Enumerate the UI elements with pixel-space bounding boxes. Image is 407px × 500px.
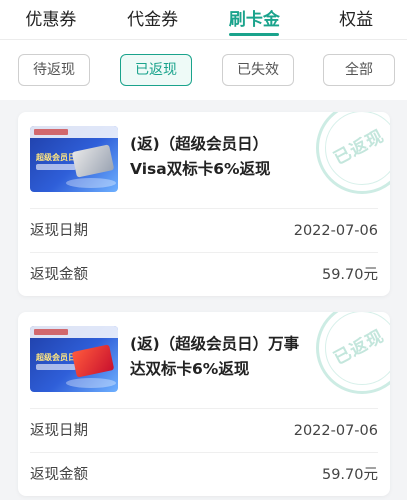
cashback-title: (返)（超级会员日）万事 达双标卡6%返现 [130,335,300,378]
filter-pending-button[interactable]: 待返现 [18,54,90,86]
tab-coupons[interactable]: 优惠券 [0,0,102,39]
promo-image-text: 超级会员日 [36,153,76,162]
cashback-amount-value: 59.70元 [321,467,378,483]
cashback-card-header: 超级会员日 (返)（超级会员日）万事 达双标卡6%返现 已返现 [18,312,390,408]
cashback-amount-row: 返现金额 59.70元 [30,452,378,496]
cashback-amount-row: 返现金额 59.70元 [30,252,378,296]
cashback-date-value: 2022-07-06 [293,223,378,239]
cashback-date-label: 返现日期 [30,223,88,239]
cashback-amount-label: 返现金额 [30,467,88,483]
cashback-date-row: 返现日期 2022-07-06 [30,208,378,252]
category-tabs: 优惠券 代金券 刷卡金 权益 [0,0,407,40]
cashback-title: (返)（超级会员日） Visa双标卡6%返现 [130,135,271,178]
credit-card-icon [71,144,115,178]
tab-card-cashback[interactable]: 刷卡金 [204,0,306,39]
filter-all-button[interactable]: 全部 [323,54,395,86]
card-promo-image: 超级会员日 [30,326,118,392]
cashback-amount-label: 返现金额 [30,267,88,283]
cashback-date-row: 返现日期 2022-07-06 [30,408,378,452]
card-promo-image: 超级会员日 [30,126,118,192]
filter-expired-button[interactable]: 已失效 [222,54,294,86]
cashback-card[interactable]: 超级会员日 (返)（超级会员日） Visa双标卡6%返现 已返现 返现日期 20… [18,112,390,296]
status-filter-bar: 待返现 已返现 已失效 全部 [0,40,407,100]
filter-cashed-back-button[interactable]: 已返现 [120,54,192,86]
cashback-date-value: 2022-07-06 [293,423,378,439]
tab-vouchers[interactable]: 代金券 [102,0,204,39]
bank-logo-bar [30,126,118,138]
cashback-card[interactable]: 超级会员日 (返)（超级会员日）万事 达双标卡6%返现 已返现 返现日期 202… [18,312,390,496]
tab-benefits[interactable]: 权益 [305,0,407,39]
promo-image-text: 超级会员日 [36,353,76,362]
cashback-amount-value: 59.70元 [321,267,378,283]
cashback-date-label: 返现日期 [30,423,88,439]
bank-logo-bar [30,326,118,338]
credit-card-icon [71,344,115,378]
cashback-card-header: 超级会员日 (返)（超级会员日） Visa双标卡6%返现 已返现 [18,112,390,208]
